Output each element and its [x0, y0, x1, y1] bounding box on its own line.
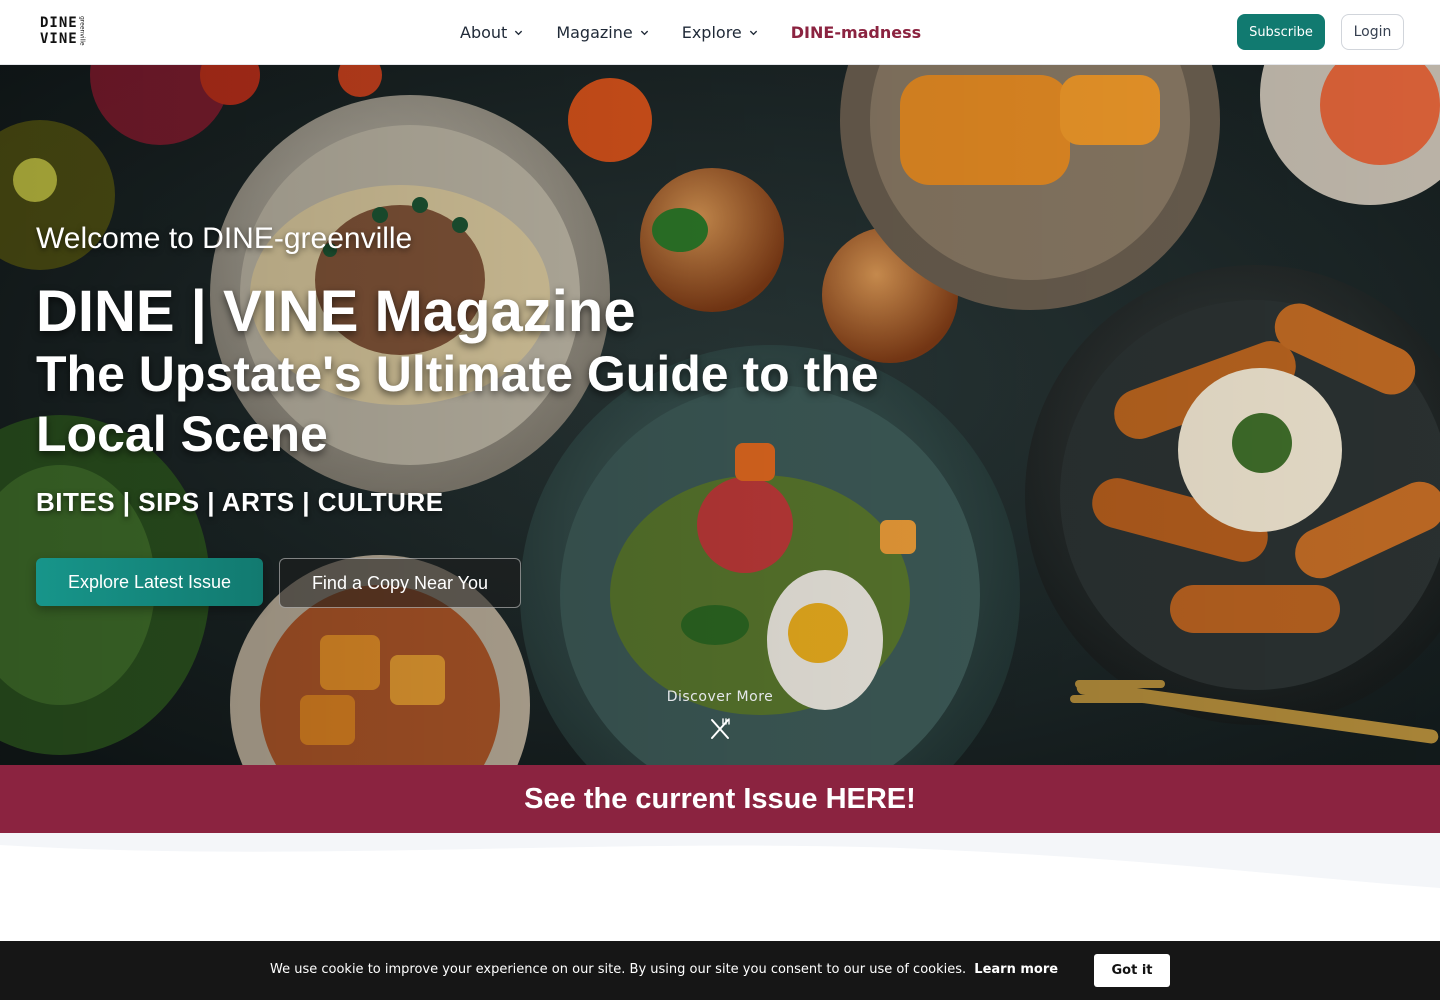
cookie-learn-more-link[interactable]: Learn more: [974, 962, 1058, 977]
chevron-down-icon: [640, 30, 648, 35]
current-issue-banner[interactable]: See the current Issue HERE!: [0, 765, 1440, 833]
utensils-crossed-icon[interactable]: [707, 716, 733, 742]
explore-latest-issue-button[interactable]: Explore Latest Issue: [36, 558, 263, 606]
site-logo[interactable]: DINE VINE greenville: [40, 15, 92, 49]
cookie-consent-bar: We use cookie to improve your experience…: [0, 941, 1440, 1000]
top-navbar: DINE VINE greenville About Magazine Expl…: [0, 0, 1440, 65]
cookie-message: We use cookie to improve your experience…: [270, 962, 967, 977]
section-wave-divider: [0, 833, 1440, 888]
hero-title: DINE | VINE Magazine: [36, 279, 636, 344]
hero-tagline: BITES | SIPS | ARTS | CULTURE: [36, 487, 444, 517]
hero-button-row: Explore Latest Issue Find a Copy Near Yo…: [36, 558, 521, 608]
nav-item-label: DINE-madness: [790, 22, 922, 42]
logo-wordmark: DINE VINE: [40, 15, 78, 47]
logo-side-text: greenville: [78, 16, 86, 46]
nav-item-explore[interactable]: Explore: [682, 23, 758, 42]
logo-line-dine: DINE: [40, 15, 78, 31]
nav-item-label: Magazine: [556, 22, 633, 42]
cookie-message-row: We use cookie to improve your experience…: [270, 962, 1058, 977]
cookie-accept-button[interactable]: Got it: [1094, 954, 1170, 987]
subscribe-button[interactable]: Subscribe: [1237, 14, 1325, 50]
find-copy-button[interactable]: Find a Copy Near You: [279, 558, 521, 608]
discover-more-label[interactable]: Discover More: [620, 689, 820, 705]
nav-item-about[interactable]: About: [460, 23, 523, 42]
hero-text-block: Welcome to DINE-greenville DINE | VINE M…: [36, 220, 976, 518]
chevron-down-icon: [515, 30, 523, 35]
hero-welcome: Welcome to DINE-greenville: [36, 222, 413, 255]
nav-item-label: Explore: [681, 22, 742, 42]
main-menu: About Magazine Explore DINE-madness: [460, 0, 954, 64]
logo-line-vine: VINE: [40, 31, 78, 47]
nav-item-magazine[interactable]: Magazine: [556, 23, 648, 42]
nav-item-dine-madness[interactable]: DINE-madness: [791, 23, 921, 42]
hero-subtitle: The Upstate's Ultimate Guide to the Loca…: [36, 346, 879, 462]
nav-item-label: About: [460, 22, 508, 42]
hero-section: Welcome to DINE-greenville DINE | VINE M…: [0, 65, 1440, 765]
login-button[interactable]: Login: [1341, 14, 1404, 50]
chevron-down-icon: [749, 30, 757, 35]
current-issue-link[interactable]: See the current Issue HERE!: [524, 783, 916, 816]
